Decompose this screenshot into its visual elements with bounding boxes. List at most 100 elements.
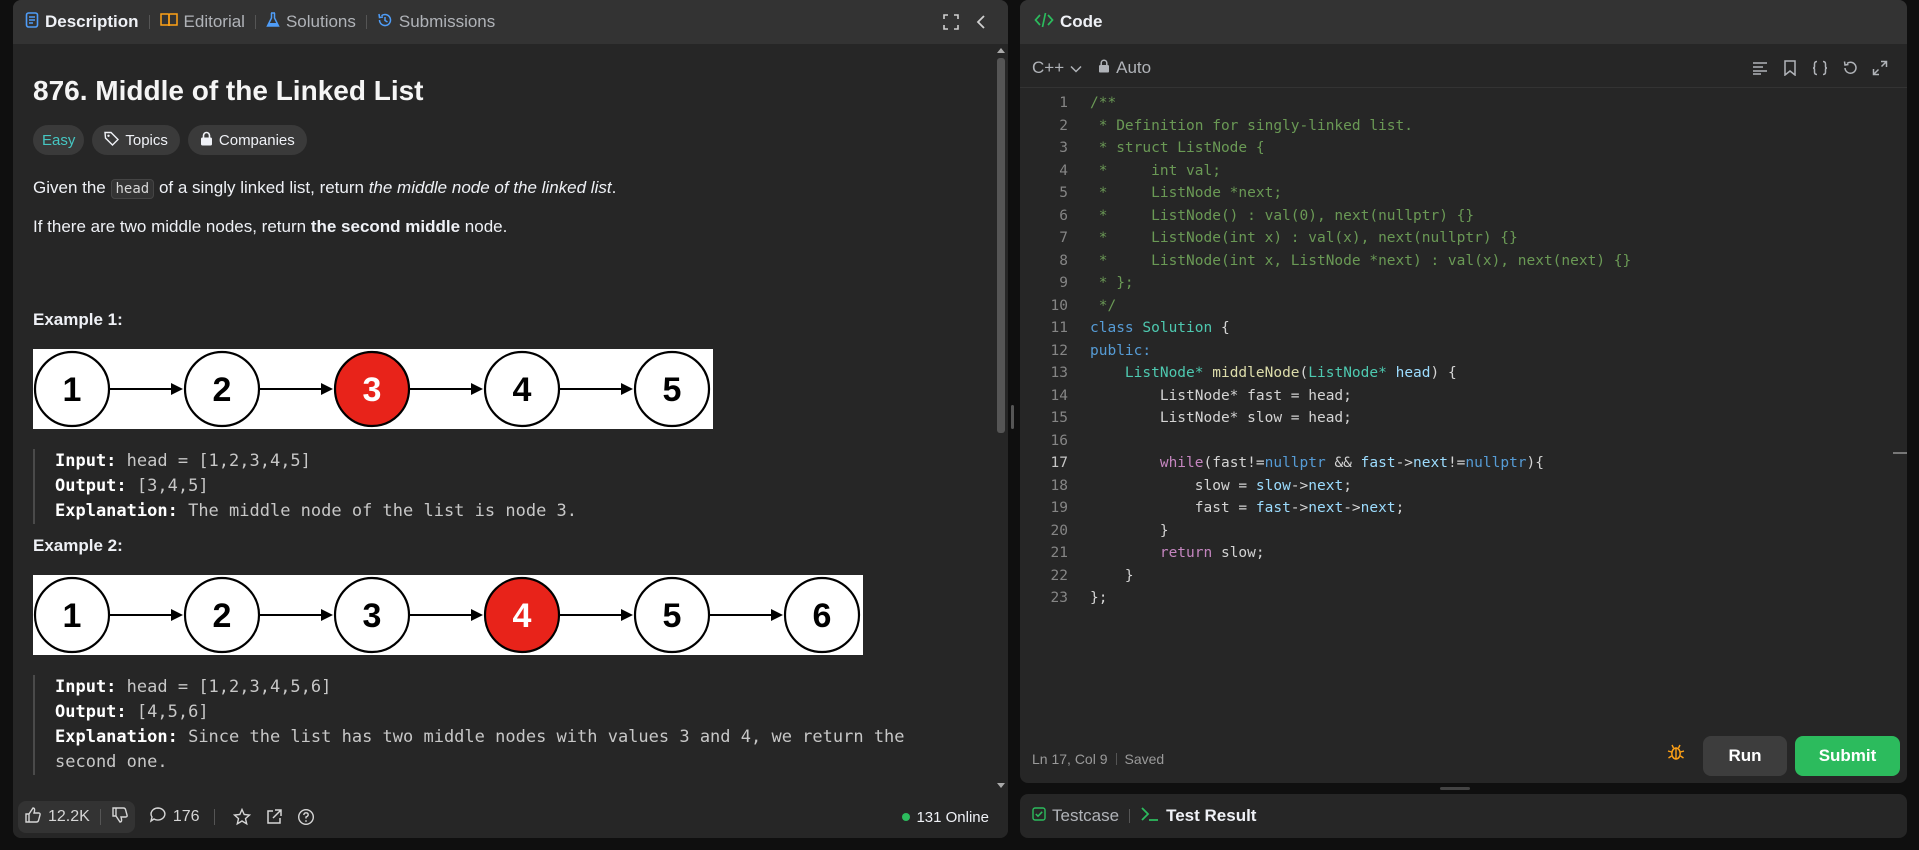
code-line[interactable]: 22 } [1020, 565, 1893, 588]
tab-description[interactable]: Description [25, 11, 139, 33]
code-line[interactable]: 14 ListNode* fast = head; [1020, 385, 1893, 408]
run-button[interactable]: Run [1703, 736, 1787, 776]
format-align-icon[interactable] [1745, 53, 1775, 83]
scrollbar-thumb[interactable] [997, 58, 1005, 433]
example-2-image: 1 2 3 4 5 6 [33, 575, 863, 655]
description-panel: Description Editorial Solutions Submissi… [13, 0, 1008, 838]
tab-solutions[interactable]: Solutions [266, 11, 356, 33]
node-value: 5 [663, 371, 682, 409]
collapse-panel-icon[interactable] [966, 7, 996, 37]
scroll-up-arrow[interactable] [997, 48, 1005, 53]
expand-icon[interactable] [1865, 53, 1895, 83]
code-text[interactable]: * int val; [1068, 163, 1221, 179]
arrow-head [171, 609, 183, 621]
code-line[interactable]: 11 class Solution { [1020, 317, 1893, 340]
example-2-io: Input: head = [1,2,3,4,5,6] Output: [4,5… [33, 675, 974, 775]
code-text[interactable]: fast = fast->next->next; [1068, 500, 1405, 516]
code-line[interactable]: 8 * ListNode(int x, ListNode *next) : va… [1020, 250, 1893, 273]
code-line[interactable]: 5 * ListNode *next; [1020, 182, 1893, 205]
tab-divider [365, 15, 367, 29]
problem-tags: Easy Topics Companies [33, 125, 974, 155]
code-line[interactable]: 18 slow = slow->next; [1020, 475, 1893, 498]
code-line[interactable]: 23}; [1020, 587, 1893, 610]
code-tabbar: Code [1020, 0, 1907, 44]
code-text[interactable]: ListNode* middleNode(ListNode* head) { [1068, 365, 1457, 381]
tab-code[interactable]: Code [1034, 12, 1103, 33]
share-icon[interactable] [265, 808, 283, 826]
code-line[interactable]: 1/** [1020, 92, 1893, 115]
code-line[interactable]: 12 public: [1020, 340, 1893, 363]
code-text[interactable]: slow = slow->next; [1068, 478, 1352, 494]
code-text[interactable]: public: [1068, 343, 1151, 359]
help-icon[interactable] [297, 808, 315, 826]
code-line[interactable]: 20 } [1020, 520, 1893, 543]
like-dislike-group: 12.2K [18, 801, 135, 833]
vertical-resize-handle[interactable] [1011, 405, 1014, 429]
code-line[interactable]: 16 [1020, 430, 1893, 453]
bookmark-icon[interactable] [1775, 53, 1805, 83]
companies-label: Companies [218, 131, 295, 149]
code-text[interactable]: } [1068, 568, 1134, 584]
code-line[interactable]: 21 return slow; [1020, 542, 1893, 565]
arrow-head [321, 609, 333, 621]
code-line[interactable]: 6 * ListNode() : val(0), next(nullptr) {… [1020, 205, 1893, 228]
code-line[interactable]: 19 fast = fast->next->next; [1020, 497, 1893, 520]
code-line[interactable]: 4 * int val; [1020, 160, 1893, 183]
code-line[interactable]: 9 * }; [1020, 272, 1893, 295]
code-line[interactable]: 3 * struct ListNode { [1020, 137, 1893, 160]
horizontal-resize-handle[interactable] [1440, 787, 1470, 790]
thumbs-up-icon[interactable] [24, 806, 42, 829]
scroll-down-arrow[interactable] [997, 783, 1005, 788]
code-text[interactable]: * ListNode *next; [1068, 185, 1282, 201]
code-text[interactable]: * ListNode(int x) : val(x), next(nullptr… [1068, 230, 1518, 246]
scroll-position-marker [1893, 452, 1907, 454]
code-line[interactable]: 2 * Definition for singly-linked list. [1020, 115, 1893, 138]
code-text[interactable]: * }; [1068, 275, 1134, 291]
code-text[interactable]: * ListNode() : val(0), next(nullptr) {} [1068, 208, 1474, 224]
code-line[interactable]: 13 ListNode* middleNode(ListNode* head) … [1020, 362, 1893, 385]
companies-button[interactable]: Companies [187, 125, 307, 155]
submit-button[interactable]: Submit [1795, 736, 1900, 776]
code-editor[interactable]: 1/** 2 * Definition for singly-linked lis… [1020, 92, 1893, 731]
tab-test-result-label: Test Result [1166, 806, 1257, 825]
code-text[interactable]: class Solution { [1068, 320, 1230, 336]
tab-testcase[interactable]: Testcase [1032, 806, 1119, 826]
code-text[interactable]: ListNode* slow = head; [1068, 410, 1352, 426]
code-text[interactable]: while(fast!=nullptr && fast->next!=nullp… [1068, 455, 1544, 471]
autocomplete-mode[interactable]: Auto [1098, 58, 1151, 78]
code-text[interactable]: ListNode* fast = head; [1068, 388, 1352, 404]
code-text[interactable]: } [1068, 523, 1169, 539]
comments-button[interactable]: 176 [149, 806, 200, 829]
code-text[interactable]: return slow; [1068, 545, 1265, 561]
tab-submissions[interactable]: Submissions [377, 12, 495, 33]
debugger-icon[interactable] [1667, 743, 1685, 766]
code-text[interactable]: * struct ListNode { [1068, 140, 1265, 156]
favorite-star-icon[interactable] [232, 808, 251, 826]
code-text[interactable]: */ [1068, 298, 1116, 314]
code-text[interactable]: }; [1068, 590, 1107, 606]
tab-editorial[interactable]: Editorial [159, 12, 245, 32]
topics-button[interactable]: Topics [92, 125, 180, 155]
line-number: 8 [1059, 252, 1068, 269]
line-number: 16 [1050, 432, 1068, 449]
comment-count: 176 [172, 808, 200, 825]
node-value: 2 [213, 597, 232, 635]
code-text[interactable]: /** [1068, 95, 1116, 111]
topics-label: Topics [125, 131, 168, 149]
fullscreen-icon[interactable] [936, 7, 966, 37]
tab-test-result[interactable]: Test Result [1140, 806, 1256, 827]
code-text[interactable]: * Definition for singly-linked list. [1068, 118, 1413, 134]
code-line[interactable]: 17 while(fast!=nullptr && fast->next!=nu… [1020, 452, 1893, 475]
reset-icon[interactable] [1835, 53, 1865, 83]
like-count[interactable]: 12.2K [48, 808, 90, 826]
description-scrollbar[interactable] [994, 44, 1008, 796]
language-select[interactable]: C++ [1032, 58, 1082, 78]
thumbs-down-icon[interactable] [111, 806, 129, 829]
history-icon [377, 12, 393, 33]
code-line[interactable]: 15 ListNode* slow = head; [1020, 407, 1893, 430]
code-line[interactable]: 7 * ListNode(int x) : val(x), next(nullp… [1020, 227, 1893, 250]
curly-braces-icon[interactable] [1805, 53, 1835, 83]
line-number: 3 [1059, 140, 1068, 157]
code-line[interactable]: 10 */ [1020, 295, 1893, 318]
code-text[interactable]: * ListNode(int x, ListNode *next) : val(… [1068, 253, 1632, 269]
